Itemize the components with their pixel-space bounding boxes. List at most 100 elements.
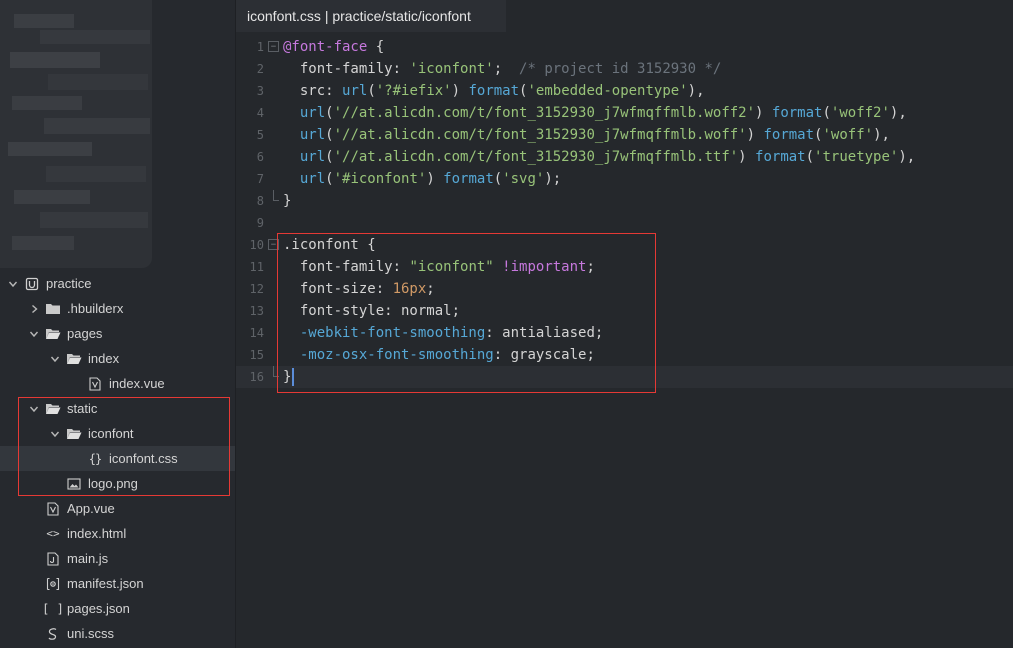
tree-item-pages-json[interactable]: [ ] pages.json [0,596,235,621]
code-token: } [283,193,292,209]
code-text: -webkit-font-smoothing: antialiased; [283,322,603,344]
line-number: 14 [249,326,264,340]
code-line[interactable]: 15 -moz-osx-font-smoothing: grayscale; [236,344,1013,366]
tree-item-iconfont[interactable]: iconfont [0,421,235,446]
code-line[interactable]: 8} [236,190,1013,212]
chevron-down-icon[interactable] [48,352,62,366]
code-line[interactable]: 3 src: url('?#iefix') format('embedded-o… [236,80,1013,102]
code-token: format [763,127,815,143]
code-token: '#iconfont' [333,171,427,187]
line-number: 4 [256,106,264,120]
code-line[interactable]: 11 font-family: "iconfont" !important; [236,256,1013,278]
line-number: 5 [256,128,264,142]
code-text: } [283,190,291,212]
scss-file-icon [45,627,61,641]
vue-file-icon [45,501,61,516]
code-token: '//at.alicdn.com/t/font_3152930_j7wfmqff… [333,105,756,121]
blurred-region [0,0,152,268]
tab-iconfont-css[interactable]: iconfont.css | practice/static/iconfont [236,0,506,32]
line-number: 3 [256,84,264,98]
code-line[interactable]: 13 font-style: normal; [236,300,1013,322]
tree-item-pages[interactable]: pages [0,321,235,346]
code-token: format [443,171,494,187]
chevron-down-icon[interactable] [27,402,41,416]
vue-file-icon [87,376,103,391]
code-line[interactable]: 6 url('//at.alicdn.com/t/font_3152930_j7… [236,146,1013,168]
code-token: ) [755,105,772,121]
code-text: font-family: "iconfont" !important; [283,256,595,278]
code-token: ( [367,83,376,99]
image-file-icon [66,477,82,491]
code-token: ; [426,281,435,297]
tree-item-index[interactable]: index [0,346,235,371]
tree-item-logo-png[interactable]: logo.png [0,471,235,496]
tree-item-practice[interactable]: practice [0,271,235,296]
code-line[interactable]: 14 -webkit-font-smoothing: antialiased; [236,322,1013,344]
js-file-icon [45,551,61,566]
line-number: 8 [256,194,264,208]
code-token: -moz-osx-font-smoothing [299,347,494,363]
tree-item-label: logo.png [88,476,138,491]
code-token: ( [325,127,334,143]
code-token: ) [746,127,764,143]
chevron-down-icon[interactable] [27,327,41,341]
code-token: font-size: [283,281,393,297]
code-token: ( [822,105,831,121]
code-line[interactable]: 12 font-size: 16px; [236,278,1013,300]
code-line[interactable]: 7 url('#iconfont') format('svg'); [236,168,1013,190]
code-token: ); [544,171,562,187]
tree-item-hbuilderx[interactable]: .hbuilderx [0,296,235,321]
fold-toggle-icon[interactable]: − [268,239,279,250]
code-line[interactable]: 4 url('//at.alicdn.com/t/font_3152930_j7… [236,102,1013,124]
project-explorer: practice .hbuilderx pages index index.vue sta… [0,0,236,648]
code-token: url [342,83,368,99]
code-line[interactable]: 1− @font-face { [236,36,1013,58]
line-number: 10 [249,238,264,252]
chevron-down-icon[interactable] [6,277,20,291]
tree-item-main-js[interactable]: main.js [0,546,235,571]
code-token: : grayscale; [493,347,595,363]
code-line[interactable]: 16} [236,366,1013,388]
code-token: ), [898,149,916,165]
code-token: format [771,105,823,121]
code-token: ), [873,127,890,143]
line-number: 13 [249,304,264,318]
tree-item-label: static [67,401,98,416]
code-line[interactable]: 10− .iconfont { [236,234,1013,256]
line-number: 2 [256,62,264,76]
tree-item-iconfont-css[interactable]: {} iconfont.css [0,446,235,471]
tree-item-index-vue[interactable]: index.vue [0,371,235,396]
tree-item-label: iconfont [88,426,134,441]
html-file-icon: <> [46,527,60,540]
fold-toggle-icon[interactable]: − [268,41,279,52]
code-editor[interactable]: 1− @font-face {2 font-family: 'iconfont';… [236,32,1013,648]
code-text: } [283,366,295,388]
code-token: ), [889,105,907,121]
code-line[interactable]: 9 [236,212,1013,234]
chevron-down-icon[interactable] [48,427,62,441]
code-token: "iconfont" [409,259,494,275]
tree-item-static[interactable]: static [0,396,235,421]
tree-item-label: practice [46,276,92,291]
code-line[interactable]: 2 font-family: 'iconfont'; /* project id… [236,58,1013,80]
tree-item-uni-scss[interactable]: uni.scss [0,621,235,646]
tree-item-label: uni.scss [67,626,114,641]
tree-item-app-vue[interactable]: App.vue [0,496,235,521]
folder-open-icon [45,402,61,416]
chevron-right-icon[interactable] [27,302,41,316]
tree-item-label: index [88,351,120,366]
code-token: 'embedded-opentype' [527,83,688,99]
code-text: url('//at.alicdn.com/t/font_3152930_j7wf… [283,146,915,168]
code-token: '//at.alicdn.com/t/font_3152930_j7wfmqff… [333,149,739,165]
tree-item-index-html[interactable]: <> index.html [0,521,235,546]
code-token: ), [687,83,705,99]
code-token: ( [325,149,334,165]
css-file-icon: {} [88,451,102,466]
code-text: url('#iconfont') format('svg'); [283,168,561,190]
tree-item-manifest-json[interactable]: manifest.json [0,571,235,596]
code-line[interactable]: 5 url('//at.alicdn.com/t/font_3152930_j7… [236,124,1013,146]
json-file-icon: [ ] [42,601,64,616]
